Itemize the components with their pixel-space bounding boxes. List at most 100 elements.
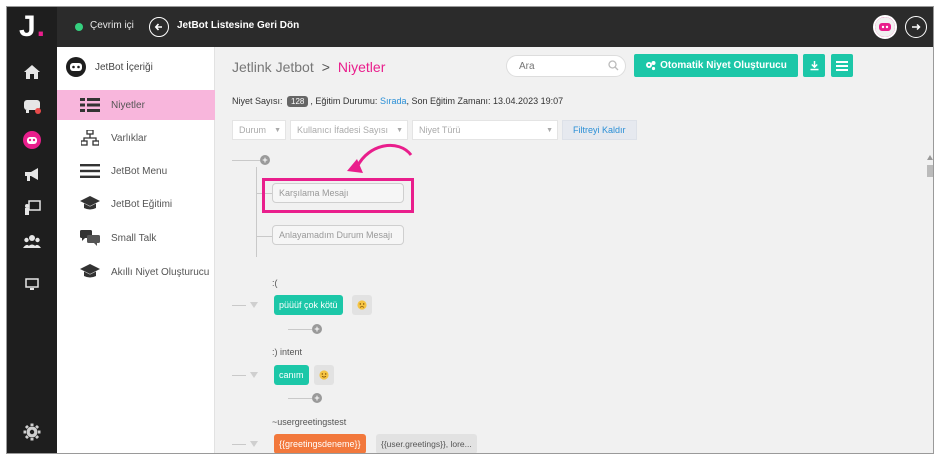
sidebar-item-label: JetBot Eğitimi [111, 198, 173, 210]
scroll-thumb[interactable] [927, 165, 933, 177]
sidebar-item-label: JetBot Menu [111, 165, 168, 177]
response-chip-label: {{user.greetings}}, lore... [381, 439, 472, 449]
training-status-link[interactable]: Sırada [380, 96, 407, 106]
sidebar-item-akilli-niyet[interactable]: Akıllı Niyet Oluşturucu [57, 257, 215, 287]
graduation-cap-icon [79, 195, 101, 213]
download-icon [810, 61, 818, 71]
status-filter-select[interactable]: Durum ▼ [232, 120, 286, 140]
intent-group-label: ~usergreetingstest [272, 417, 347, 427]
auto-intent-generator-label: Otomatik Niyet Oluşturucu [660, 60, 787, 71]
online-status-text: Çevrim içi [90, 20, 134, 31]
arrow-left-icon [154, 23, 162, 31]
smile-face-icon [319, 370, 329, 380]
collapse-arrow-icon[interactable] [250, 302, 258, 308]
logout-icon [912, 23, 921, 31]
vertical-scrollbar[interactable] [925, 153, 933, 453]
back-button[interactable] [149, 17, 169, 37]
app-logo[interactable]: J. [7, 7, 57, 47]
sidebar-header-label: JetBot İçeriği [95, 61, 153, 73]
tree-connector-line [232, 444, 246, 445]
chat-icon[interactable] [7, 91, 57, 121]
back-to-list-link[interactable]: JetBot Listesine Geri Dön [177, 20, 299, 31]
chat-bubbles-icon [79, 229, 101, 247]
users-icon[interactable] [7, 227, 57, 257]
sidebar-item-label: Small Talk [111, 232, 157, 244]
chevron-down-icon: ▼ [274, 127, 281, 134]
intent-type-select[interactable]: Niyet Türü ▼ [412, 120, 558, 140]
intent-group-label: :( [272, 278, 278, 288]
intent-info-line: Niyet Sayısı: 128, Eğitim Durumu: Sırada… [232, 96, 564, 107]
breadcrumb-separator: > [321, 59, 330, 75]
intent-chip[interactable]: canım [274, 365, 309, 385]
breadcrumb: Jetlink Jetbot > Niyetler [232, 59, 385, 75]
home-icon[interactable] [7, 57, 57, 87]
menu-icon [79, 162, 101, 180]
search-icon[interactable] [608, 60, 619, 71]
sidebar-item-niyetler[interactable]: Niyetler [57, 90, 215, 120]
intent-group-label: :) intent [272, 347, 303, 357]
response-chip[interactable] [314, 365, 334, 385]
sidebar-item-jetbot-egitimi[interactable]: JetBot Eğitimi [57, 189, 215, 219]
filter-bar: Durum ▼ Kullanıcı İfadesi Sayısı ▼ Niyet T… [232, 120, 637, 140]
clear-filter-button[interactable]: Filtreyi Kaldır [562, 120, 637, 140]
intent-chip[interactable]: püüüf çok kötü [274, 295, 343, 315]
sidebar-header: JetBot İçeriği [65, 55, 153, 79]
add-node-icon[interactable]: + [312, 324, 322, 334]
logo-dot: . [36, 10, 46, 43]
bot-face-icon [66, 57, 86, 77]
download-button[interactable] [803, 54, 825, 77]
bot-face-icon[interactable] [7, 125, 57, 155]
sidebar-item-jetbot-menu[interactable]: JetBot Menu [57, 156, 215, 186]
page-title: Niyetler [337, 59, 386, 75]
presentation-icon[interactable] [7, 193, 57, 223]
add-node-icon[interactable]: + [312, 393, 322, 403]
response-chip[interactable] [352, 295, 372, 315]
collapse-arrow-icon[interactable] [250, 441, 258, 447]
graduation-cap-icon [79, 263, 101, 281]
search-box [506, 55, 626, 77]
intent-count-badge: 128 [287, 96, 309, 107]
search-input[interactable] [507, 56, 602, 77]
training-status-label: Eğitim Durumu: [315, 96, 378, 106]
megaphone-icon[interactable] [7, 159, 57, 189]
intent-chip-label: canım [279, 370, 304, 380]
sidebar-item-label: Niyetler [111, 99, 145, 111]
icon-rail: J. [7, 7, 57, 453]
breadcrumb-root[interactable]: Jetlink Jetbot [232, 59, 314, 75]
gears-icon [646, 61, 656, 71]
scroll-up-arrow[interactable] [927, 155, 933, 160]
intent-chip[interactable]: {{greetingsdeneme}} [274, 434, 366, 453]
tree-connector-line [256, 167, 257, 257]
sidebar-item-label: Varlıklar [111, 132, 147, 144]
add-node-icon[interactable]: + [260, 155, 270, 165]
top-bar: Çevrim içi JetBot Listesine Geri Dön [57, 7, 933, 47]
logo-letter: J [18, 10, 36, 43]
auto-intent-generator-button[interactable]: Otomatik Niyet Oluşturucu [634, 54, 798, 77]
chevron-down-icon: ▼ [396, 127, 403, 134]
list-view-button[interactable] [831, 54, 853, 77]
fallback-message-node[interactable]: Anlayamadım Durum Mesajı [272, 225, 404, 245]
fallback-message-label: Anlayamadım Durum Mesajı [279, 230, 393, 240]
sidebar-item-small-talk[interactable]: Small Talk [57, 223, 215, 253]
content-sidebar: JetBot İçeriği Niyetler Varlıklar JetBot… [57, 47, 215, 453]
app-window: J. Çevrim içi JetBot Listesine Geri Dön … [6, 6, 934, 454]
status-filter-value: Durum [239, 125, 267, 135]
gear-icon[interactable] [7, 417, 57, 447]
collapse-arrow-icon[interactable] [250, 372, 258, 378]
list-icon [79, 96, 101, 114]
user-expression-count-value: Kullanıcı İfadesi Sayısı [297, 125, 389, 135]
chevron-down-icon: ▼ [546, 127, 553, 134]
sidebar-item-varliklar[interactable]: Varlıklar [57, 123, 215, 153]
monitor-icon[interactable] [7, 269, 57, 299]
list-icon [836, 60, 848, 71]
tree-connector-line [232, 160, 260, 161]
last-training-time: 13.04.2023 19:07 [493, 96, 564, 106]
response-chip[interactable]: {{user.greetings}}, lore... [376, 434, 477, 453]
logout-button[interactable] [905, 16, 927, 38]
sad-face-icon [357, 300, 367, 310]
avatar[interactable] [873, 15, 897, 39]
user-expression-count-select[interactable]: Kullanıcı İfadesi Sayısı ▼ [290, 120, 408, 140]
sidebar-item-label: Akıllı Niyet Oluşturucu [111, 266, 210, 278]
online-status-dot [75, 23, 83, 31]
intent-chip-label: püüüf çok kötü [279, 300, 338, 310]
